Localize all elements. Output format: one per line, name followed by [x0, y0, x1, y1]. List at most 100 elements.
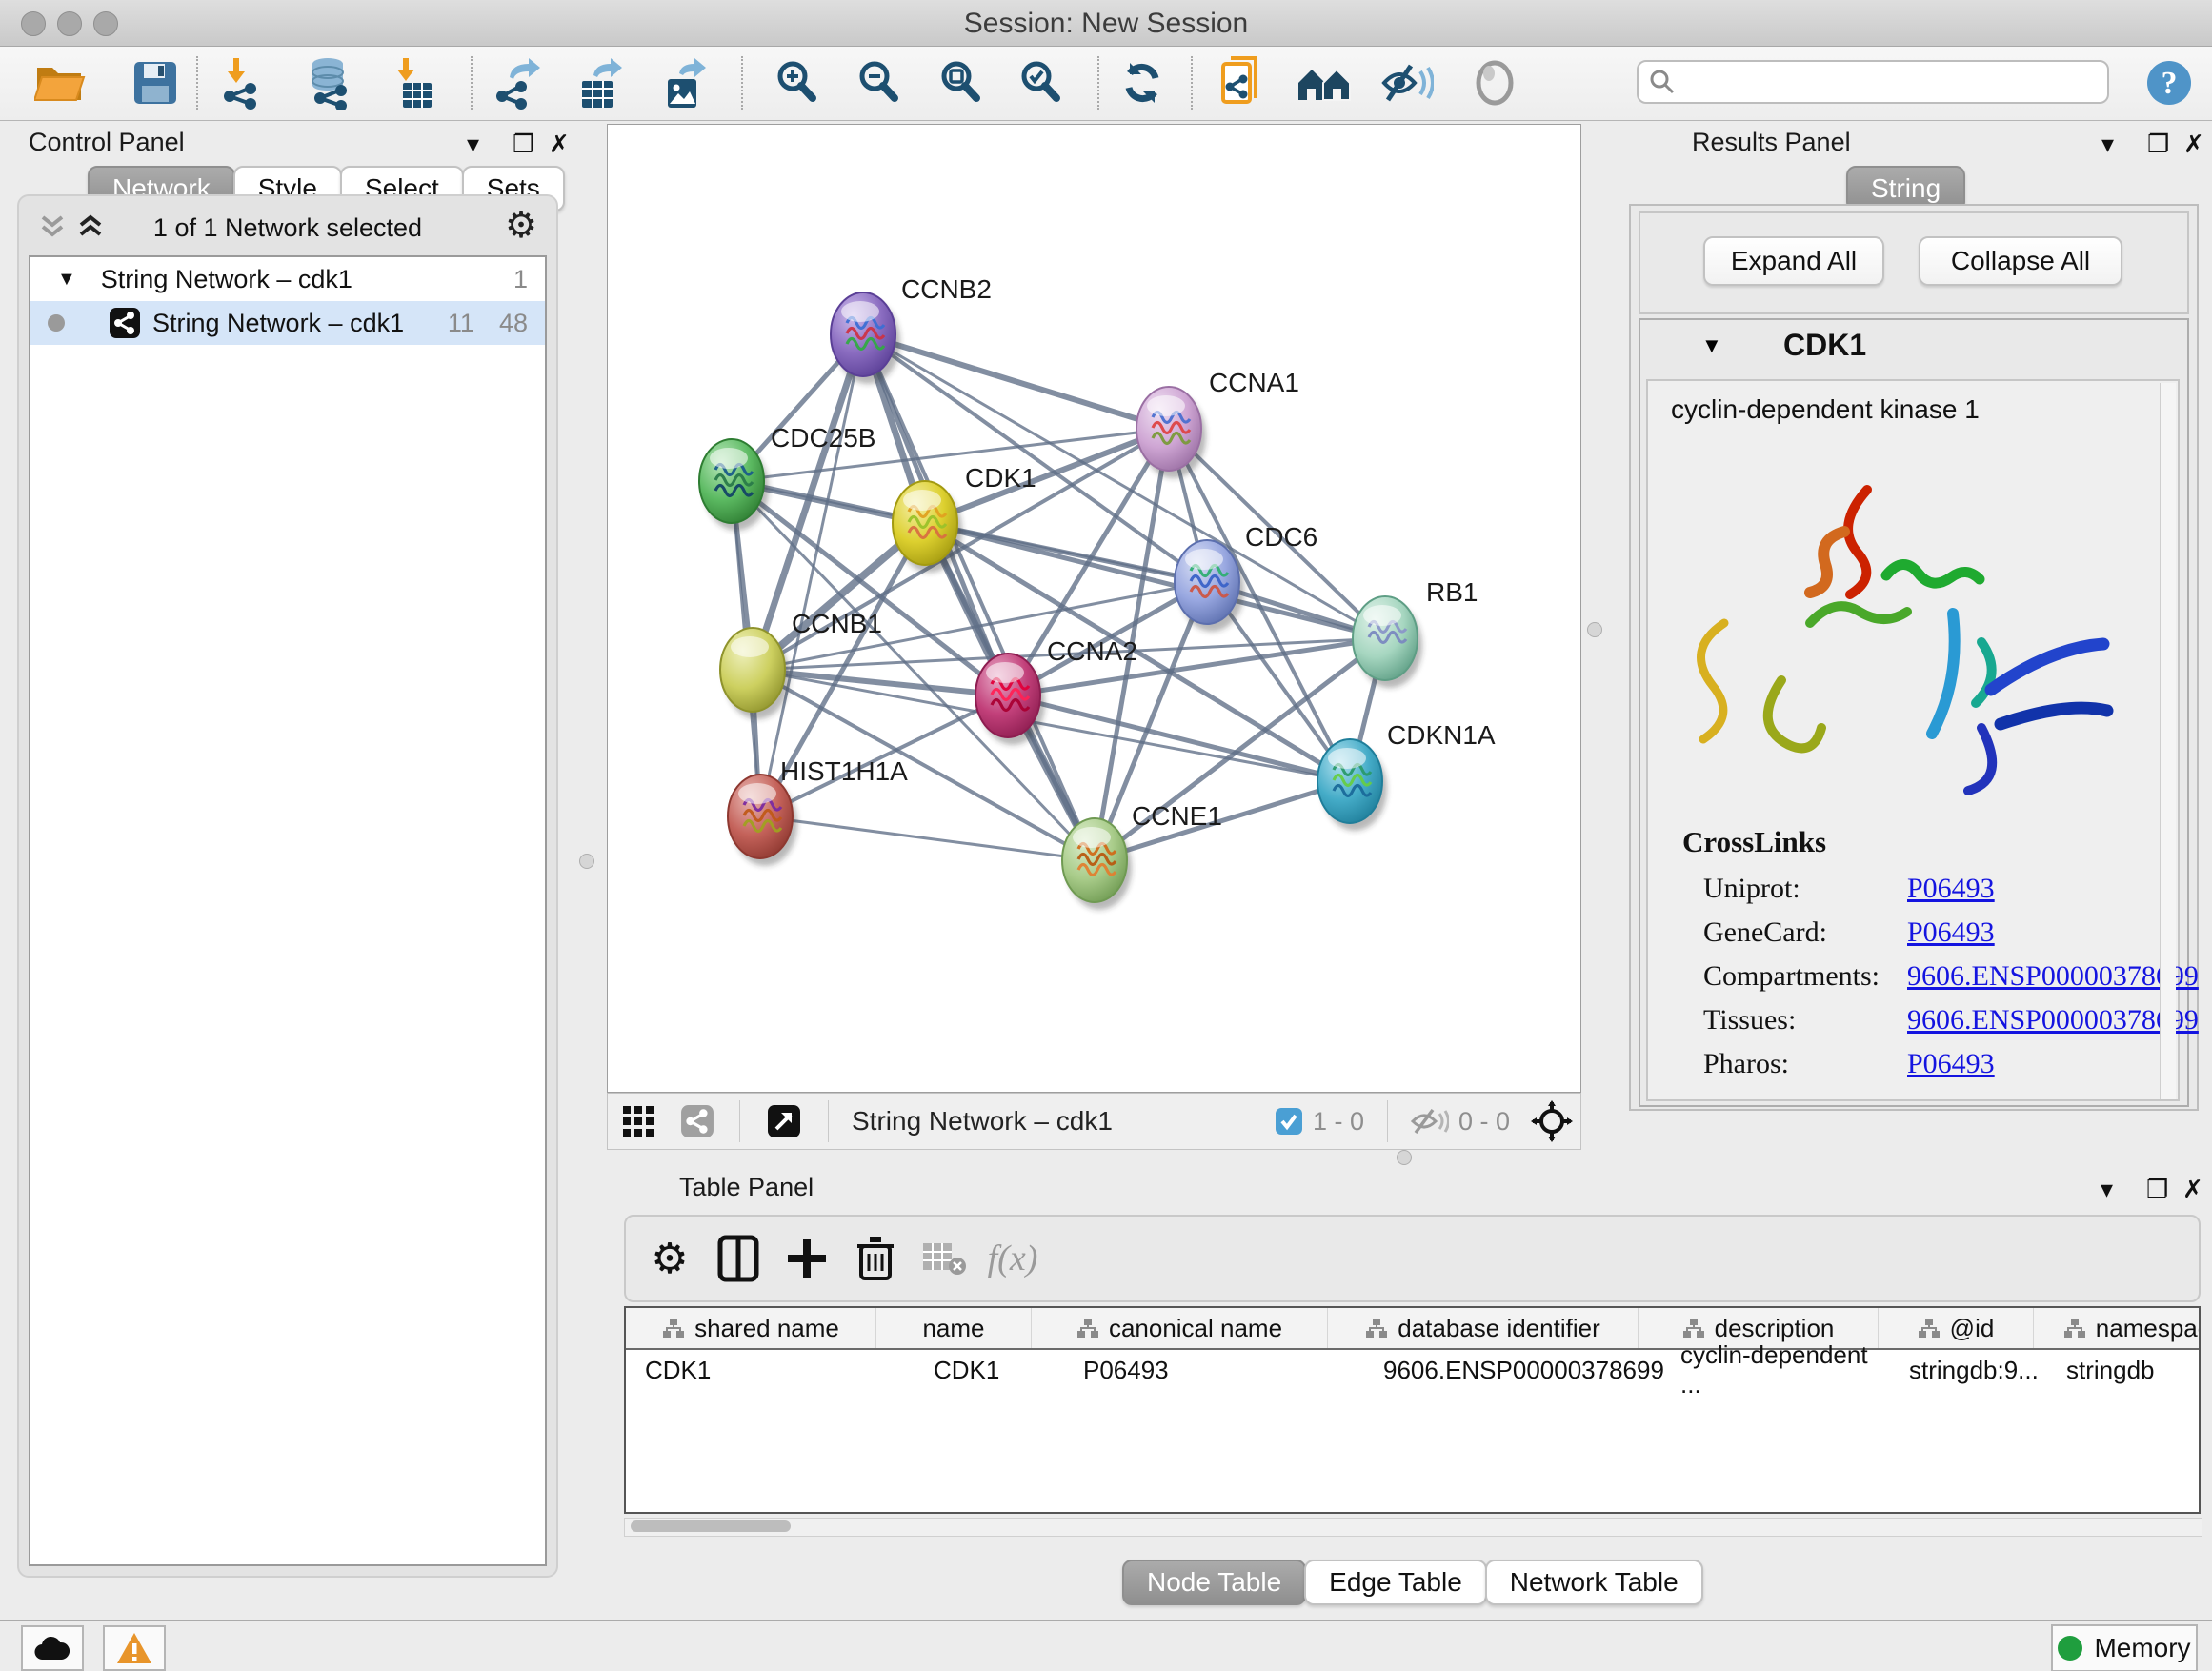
birdseye-view-button[interactable] [754, 1104, 814, 1138]
column-header[interactable]: database identifier [1328, 1308, 1639, 1348]
export-network-button[interactable] [486, 52, 549, 113]
crosslink-pharos[interactable]: P06493 [1907, 1048, 1995, 1080]
zoom-selected-button[interactable] [1010, 52, 1073, 113]
panel-float-icon[interactable]: ❐ [513, 130, 534, 159]
collapse-all-button[interactable]: Collapse All [1919, 236, 2122, 286]
network-row[interactable]: String Network – cdk1 11 48 [30, 301, 545, 345]
crosslink-tissues[interactable]: 9606.ENSP00000378699 [1907, 1004, 2199, 1037]
title-bar: Session: New Session [0, 0, 2212, 47]
bottom-splitter-handle[interactable] [1397, 1150, 1412, 1165]
zoom-out-button[interactable] [848, 52, 911, 113]
network-node-CDC25B[interactable]: CDC25B [699, 423, 875, 531]
cell-shared-name[interactable]: CDK1 [626, 1350, 876, 1390]
delete-column-button[interactable] [841, 1235, 910, 1282]
results-scrollbar[interactable] [2160, 383, 2176, 1099]
network-node-CCNA2[interactable]: CCNA2 [975, 636, 1137, 745]
zoom-in-button[interactable] [766, 52, 829, 113]
search-input[interactable] [1677, 67, 2107, 98]
table-row[interactable]: CDK1 CDK1 P06493 9606.ENSP00000378699 cy… [626, 1350, 2199, 1390]
save-session-button[interactable] [124, 52, 187, 113]
cell-database-identifier[interactable]: 9606.ENSP00000378699 [1328, 1350, 1639, 1390]
panel-menu-icon[interactable]: ▾ [2101, 1175, 2113, 1204]
memory-button[interactable]: Memory [2051, 1624, 2198, 1671]
network-node-HIST1H1A[interactable]: HIST1H1A [728, 756, 908, 866]
import-network-from-database-button[interactable] [297, 52, 360, 113]
node-label-CCNB1: CCNB1 [792, 609, 882, 638]
warnings-button[interactable] [103, 1625, 166, 1671]
column-header[interactable]: namespace [2034, 1308, 2201, 1348]
string-network-graph[interactable]: CCNB2CCNA1CDC25BCDK1CDC6RB1CCNB1CCNA2CDK… [608, 125, 1580, 1092]
function-builder-button[interactable]: f(x) [978, 1238, 1047, 1279]
cell-description[interactable]: cyclin-dependent ... [1639, 1350, 1879, 1390]
add-column-button[interactable] [773, 1238, 841, 1279]
tab-node-table[interactable]: Node Table [1122, 1560, 1306, 1605]
panel-menu-icon[interactable]: ▾ [2101, 130, 2114, 159]
fit-selected-crosshair-icon[interactable] [1531, 1100, 1573, 1142]
cloud-status-button[interactable] [21, 1625, 84, 1671]
expand-all-button[interactable]: Expand All [1703, 236, 1884, 286]
refresh-button[interactable] [1111, 52, 1174, 113]
network-node-CCNE1[interactable]: CCNE1 [1062, 801, 1222, 910]
home-button[interactable] [1294, 52, 1357, 113]
search-field[interactable] [1637, 60, 2109, 104]
export-table-button[interactable] [568, 52, 631, 113]
cloud-icon [33, 1635, 71, 1661]
grid-view-button[interactable] [608, 1105, 669, 1137]
show-graphics-button[interactable] [1463, 52, 1526, 113]
cell-id[interactable]: stringdb:9... [1879, 1350, 2034, 1390]
crosslink-label: Tissues: [1703, 1004, 1796, 1037]
hidden-eye-icon[interactable] [1411, 1107, 1449, 1136]
hide-glass-button[interactable] [1376, 52, 1438, 113]
network-node-CDKN1A[interactable]: CDKN1A [1317, 720, 1496, 831]
left-splitter-handle[interactable] [579, 854, 594, 869]
network-canvas[interactable]: CCNB2CCNA1CDC25BCDK1CDC6RB1CCNB1CCNA2CDK… [607, 124, 1581, 1093]
open-session-button[interactable] [29, 52, 91, 113]
crosslink-compartments[interactable]: 9606.ENSP00000378699 [1907, 960, 2199, 993]
panel-close-icon[interactable]: ✗ [549, 130, 570, 159]
table-hscrollbar-thumb[interactable] [631, 1520, 791, 1532]
panel-float-icon[interactable]: ❐ [2146, 1175, 2168, 1204]
network-node-CCNA1[interactable]: CCNA1 [1136, 368, 1299, 478]
tab-network-table[interactable]: Network Table [1485, 1560, 1703, 1605]
crosslink-uniprot[interactable]: P06493 [1907, 873, 1995, 905]
cell-name[interactable]: CDK1 [876, 1350, 1032, 1390]
help-button[interactable]: ? [2138, 52, 2201, 113]
tab-edge-table[interactable]: Edge Table [1304, 1560, 1487, 1605]
network-options-gear-icon[interactable]: ⚙ [505, 204, 537, 247]
panel-close-icon[interactable]: ✗ [2182, 1175, 2203, 1204]
svg-text:?: ? [2162, 66, 2178, 101]
network-node-RB1[interactable]: RB1 [1353, 577, 1478, 688]
gene-details: cyclin-dependent kinase 1 [1646, 379, 2180, 1101]
crosslink-genecard[interactable]: P06493 [1907, 916, 1995, 949]
right-splitter-handle[interactable] [1587, 622, 1602, 637]
cell-namespace[interactable]: stringdb [2034, 1350, 2201, 1390]
column-header[interactable]: @id [1879, 1308, 2034, 1348]
show-columns-button[interactable] [704, 1235, 773, 1282]
panel-float-icon[interactable]: ❐ [2147, 130, 2169, 159]
import-network-icon [218, 56, 268, 110]
string-document-button[interactable] [1212, 52, 1275, 113]
table-hscrollbar[interactable] [624, 1518, 2202, 1537]
import-network-button[interactable] [211, 52, 274, 113]
divider [828, 1100, 829, 1142]
column-header[interactable]: shared name [626, 1308, 876, 1348]
network-edge-count: 48 [499, 309, 528, 338]
column-header[interactable]: canonical name [1032, 1308, 1328, 1348]
import-table-button[interactable] [381, 52, 444, 113]
collection-expander-icon[interactable]: ▼ [57, 269, 76, 291]
selected-checkbox-icon[interactable] [1275, 1107, 1303, 1136]
panel-close-icon[interactable]: ✗ [2183, 130, 2204, 159]
save-icon [132, 60, 178, 106]
delete-table-button[interactable] [910, 1241, 978, 1276]
cell-canonical-name[interactable]: P06493 [1032, 1350, 1328, 1390]
export-image-button[interactable] [652, 52, 714, 113]
network-collection-row[interactable]: ▼ String Network – cdk1 1 [30, 257, 545, 301]
column-header[interactable]: name [876, 1308, 1032, 1348]
network-style-button[interactable] [669, 1104, 726, 1138]
zoom-fit-button[interactable] [930, 52, 993, 113]
gene-expander-icon[interactable]: ▼ [1701, 333, 1722, 358]
collection-count: 1 [513, 265, 528, 294]
network-row-label: String Network – cdk1 [152, 309, 404, 338]
panel-menu-icon[interactable]: ▾ [467, 130, 479, 159]
table-settings-gear-icon[interactable]: ⚙ [635, 1235, 704, 1283]
